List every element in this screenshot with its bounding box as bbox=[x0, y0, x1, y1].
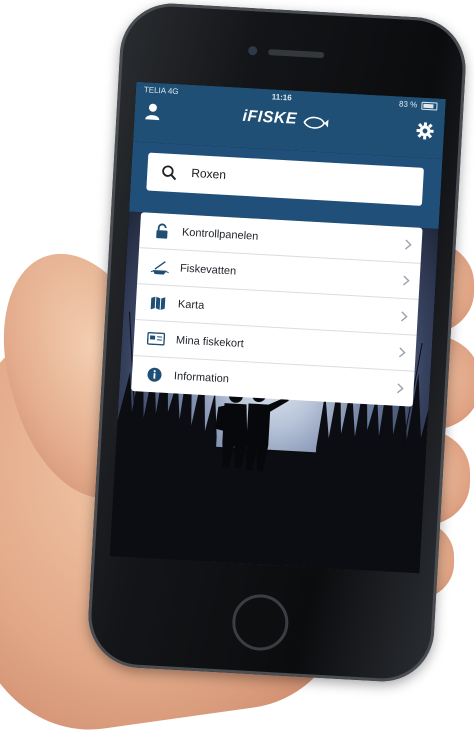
app-logo: iFISKE bbox=[242, 108, 297, 129]
main-menu: Kontrollpanelen Fiskevatten bbox=[131, 212, 423, 406]
app-screen: TELIA 4G 11:16 83 % iFISKE bbox=[110, 82, 446, 574]
user-icon[interactable] bbox=[144, 102, 161, 121]
gear-icon[interactable] bbox=[416, 121, 435, 140]
battery-status: 83 % bbox=[399, 99, 438, 110]
search-input[interactable]: Roxen bbox=[191, 166, 226, 182]
map-icon bbox=[150, 295, 167, 310]
menu-item-label: Fiskevatten bbox=[180, 262, 237, 277]
battery-label: 83 % bbox=[399, 99, 418, 109]
menu-item-label: Mina fiskekort bbox=[176, 334, 244, 350]
phone-device: TELIA 4G 11:16 83 % iFISKE bbox=[86, 1, 469, 684]
card-icon bbox=[147, 332, 166, 346]
chevron-right-icon bbox=[396, 383, 404, 394]
fish-logo-icon bbox=[302, 113, 329, 132]
carrier-label: TELIA 4G bbox=[144, 85, 179, 96]
earpiece-speaker bbox=[268, 49, 324, 58]
lock-icon bbox=[155, 223, 170, 240]
clock-label: 11:16 bbox=[271, 92, 292, 102]
home-button[interactable] bbox=[231, 593, 290, 652]
chevron-right-icon bbox=[404, 239, 412, 250]
menu-item-label: Kontrollpanelen bbox=[182, 226, 259, 242]
boat-icon bbox=[151, 258, 170, 275]
chevron-right-icon bbox=[398, 347, 406, 358]
battery-icon bbox=[421, 102, 437, 111]
info-icon bbox=[146, 367, 162, 383]
chevron-right-icon bbox=[402, 275, 410, 286]
chevron-right-icon bbox=[400, 311, 408, 322]
search-icon bbox=[161, 164, 178, 181]
menu-item-label: Information bbox=[174, 370, 230, 385]
front-camera bbox=[248, 46, 257, 55]
menu-item-label: Karta bbox=[178, 298, 205, 311]
